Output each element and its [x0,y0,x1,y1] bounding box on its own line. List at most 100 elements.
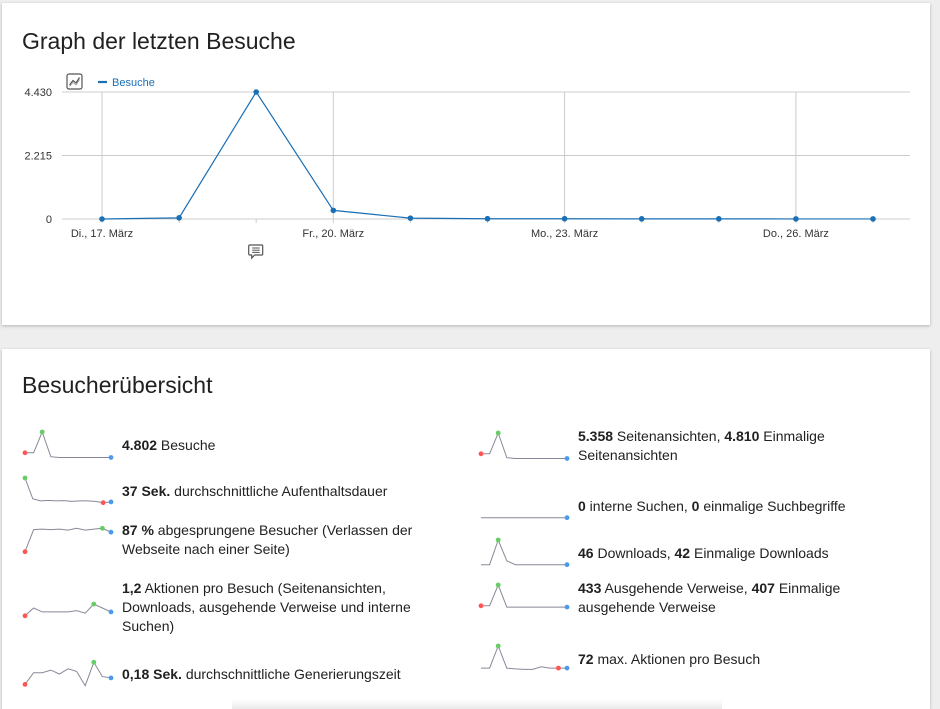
metric-value: 0,18 Sek. [122,665,182,682]
bottom-shadow [232,699,722,709]
metric-value: 37 Sek. [122,482,171,499]
metric-label: Downloads, [593,544,675,561]
metric-row[interactable]: 37 Sek. durchschnittliche Aufenthaltsdau… [22,474,442,508]
sparkline-max-point [495,430,501,436]
sparkline [478,582,570,610]
sparkline-line [481,538,567,566]
data-point[interactable] [253,89,259,95]
metric-label: durchschnittliche Generierungszeit [181,665,401,682]
x-tick-label: Fr., 20. März [302,228,364,240]
sparkline-last-point [108,455,114,460]
metric-row[interactable]: 46 Downloads, 42 Einmalige Downloads [478,536,898,570]
sparkline-line [25,430,111,458]
sparkline-line [481,583,567,608]
metric-text: 46 Downloads, 42 Einmalige Downloads [578,544,829,563]
data-point[interactable] [561,215,568,222]
y-tick-label: 0 [46,214,52,226]
sparkline-max-point [495,643,501,649]
y-tick-label: 4.430 [24,87,52,99]
sparkline-max-point [91,601,97,606]
data-point[interactable] [716,216,722,222]
data-point[interactable] [484,215,491,222]
sparkline-max-point [495,537,501,543]
sparkline [22,601,114,618]
line-chart-icon[interactable] [66,73,83,90]
data-point[interactable] [638,216,645,222]
metric-row[interactable]: 433 Ausgehende Verweise, 407 Einmalige a… [478,579,898,617]
data-point[interactable] [330,207,337,214]
sparkline-last-point [564,562,570,568]
metric-value: 0 [578,497,586,514]
metric-row[interactable]: 4.802 Besuche [22,428,442,462]
x-tick-label: Mo., 23. März [531,228,598,240]
data-point[interactable] [99,216,105,222]
data-point[interactable] [870,216,876,222]
metric-value: 46 [578,544,594,561]
sparkline-min-point [22,549,28,555]
sparkline [481,515,570,521]
sparkline-min-point [22,682,28,687]
sparkline-min-point [22,450,28,456]
metric-label: Ausgehende Verweise, [601,580,752,596]
sparkline [22,475,114,506]
sparkline-last-point [564,515,570,521]
metric-text: 4.802 Besuche [122,436,215,455]
sparkline [481,537,570,568]
metric-row[interactable]: 0 interne Suchen, 0 einmalige Suchbegrif… [478,489,898,523]
sparkline-last-point [108,499,114,505]
sparkline-min-point [100,500,106,506]
data-point[interactable] [793,216,799,222]
visits-chart: 0 2.215 4.430 Di., 17. März Fr., 20. März Mo.… [24,73,910,260]
sparkline-line [24,527,112,552]
x-tick-label: Do., 26. März [763,228,829,240]
metric-value: 5.358 [578,428,614,444]
metric-value-secondary: 4.810 [724,428,760,444]
sparkline [22,429,114,460]
sparkline-max-point [91,659,97,665]
data-point[interactable] [407,215,414,221]
sparkline-last-point [564,604,570,610]
metric-text: 5.358 Seitenansichten, 4.810 Einmalige S… [578,427,898,465]
metric-row[interactable]: 87 % abgesprungene Besucher (Verlassen d… [22,521,442,559]
annotation-comment-icon[interactable] [248,244,264,260]
data-point[interactable] [176,215,182,221]
metric-text: 1,2 Aktionen pro Besuch (Seitenansichten… [122,579,442,636]
sparkline-max-point [495,582,501,588]
metric-text: 37 Sek. durchschnittliche Aufenthaltsdau… [122,482,387,501]
sparkline-line [24,477,112,504]
metric-label: max. Aktionen pro Besuch [593,650,761,667]
sparkline-max-point [39,429,45,435]
metric-text: 0,18 Sek. durchschnittliche Generierungs… [122,665,401,684]
y-tick-label: 2.215 [24,151,52,163]
metric-row[interactable]: 5.358 Seitenansichten, 4.810 Einmalige S… [478,427,898,465]
overview-card: Besucherübersicht 4.802 Besuche 37 Sek. d… [2,349,930,709]
metric-text: 87 % abgesprungene Besucher (Verlassen d… [122,521,442,559]
metric-label: Seitenansichten, [613,428,725,444]
metric-text: 433 Ausgehende Verweise, 407 Einmalige a… [578,579,898,617]
metric-value: 87 % [122,522,154,538]
metric-row[interactable]: 1,2 Aktionen pro Besuch (Seitenansichten… [22,579,442,636]
metric-label: Aktionen pro Besuch (Seitenansichten, Do… [122,580,411,634]
metric-label: Besuche [157,436,216,453]
sparkline-line [481,431,567,459]
sparkline-last-point [108,609,114,614]
sparkline-max-point [22,475,28,481]
metric-label-secondary: Einmalige Downloads [690,544,829,561]
sparkline-last-point [564,665,570,671]
metric-row[interactable]: 0,18 Sek. durchschnittliche Generierungs… [22,657,442,691]
sparkline-line [481,644,567,670]
metric-row[interactable]: 72 max. Aktionen pro Besuch [478,642,898,676]
graph-card: Graph der letzten Besuche 0 2.215 4.430 Di.… [2,3,930,325]
metric-value-secondary: 407 [751,580,775,596]
sparkline [22,659,114,687]
sparkline [22,525,114,555]
metric-value: 72 [578,650,594,667]
sparkline-line [24,602,112,616]
sparkline-last-point [108,675,114,681]
metric-value-secondary: 42 [674,544,691,561]
metric-text: 0 interne Suchen, 0 einmalige Suchbegrif… [578,497,846,516]
sparkline-line [24,661,112,687]
metric-label: durchschnittliche Aufenthaltsdauer [170,482,388,499]
legend-label[interactable]: Besuche [112,77,155,89]
metric-label: interne Suchen, [585,497,692,514]
